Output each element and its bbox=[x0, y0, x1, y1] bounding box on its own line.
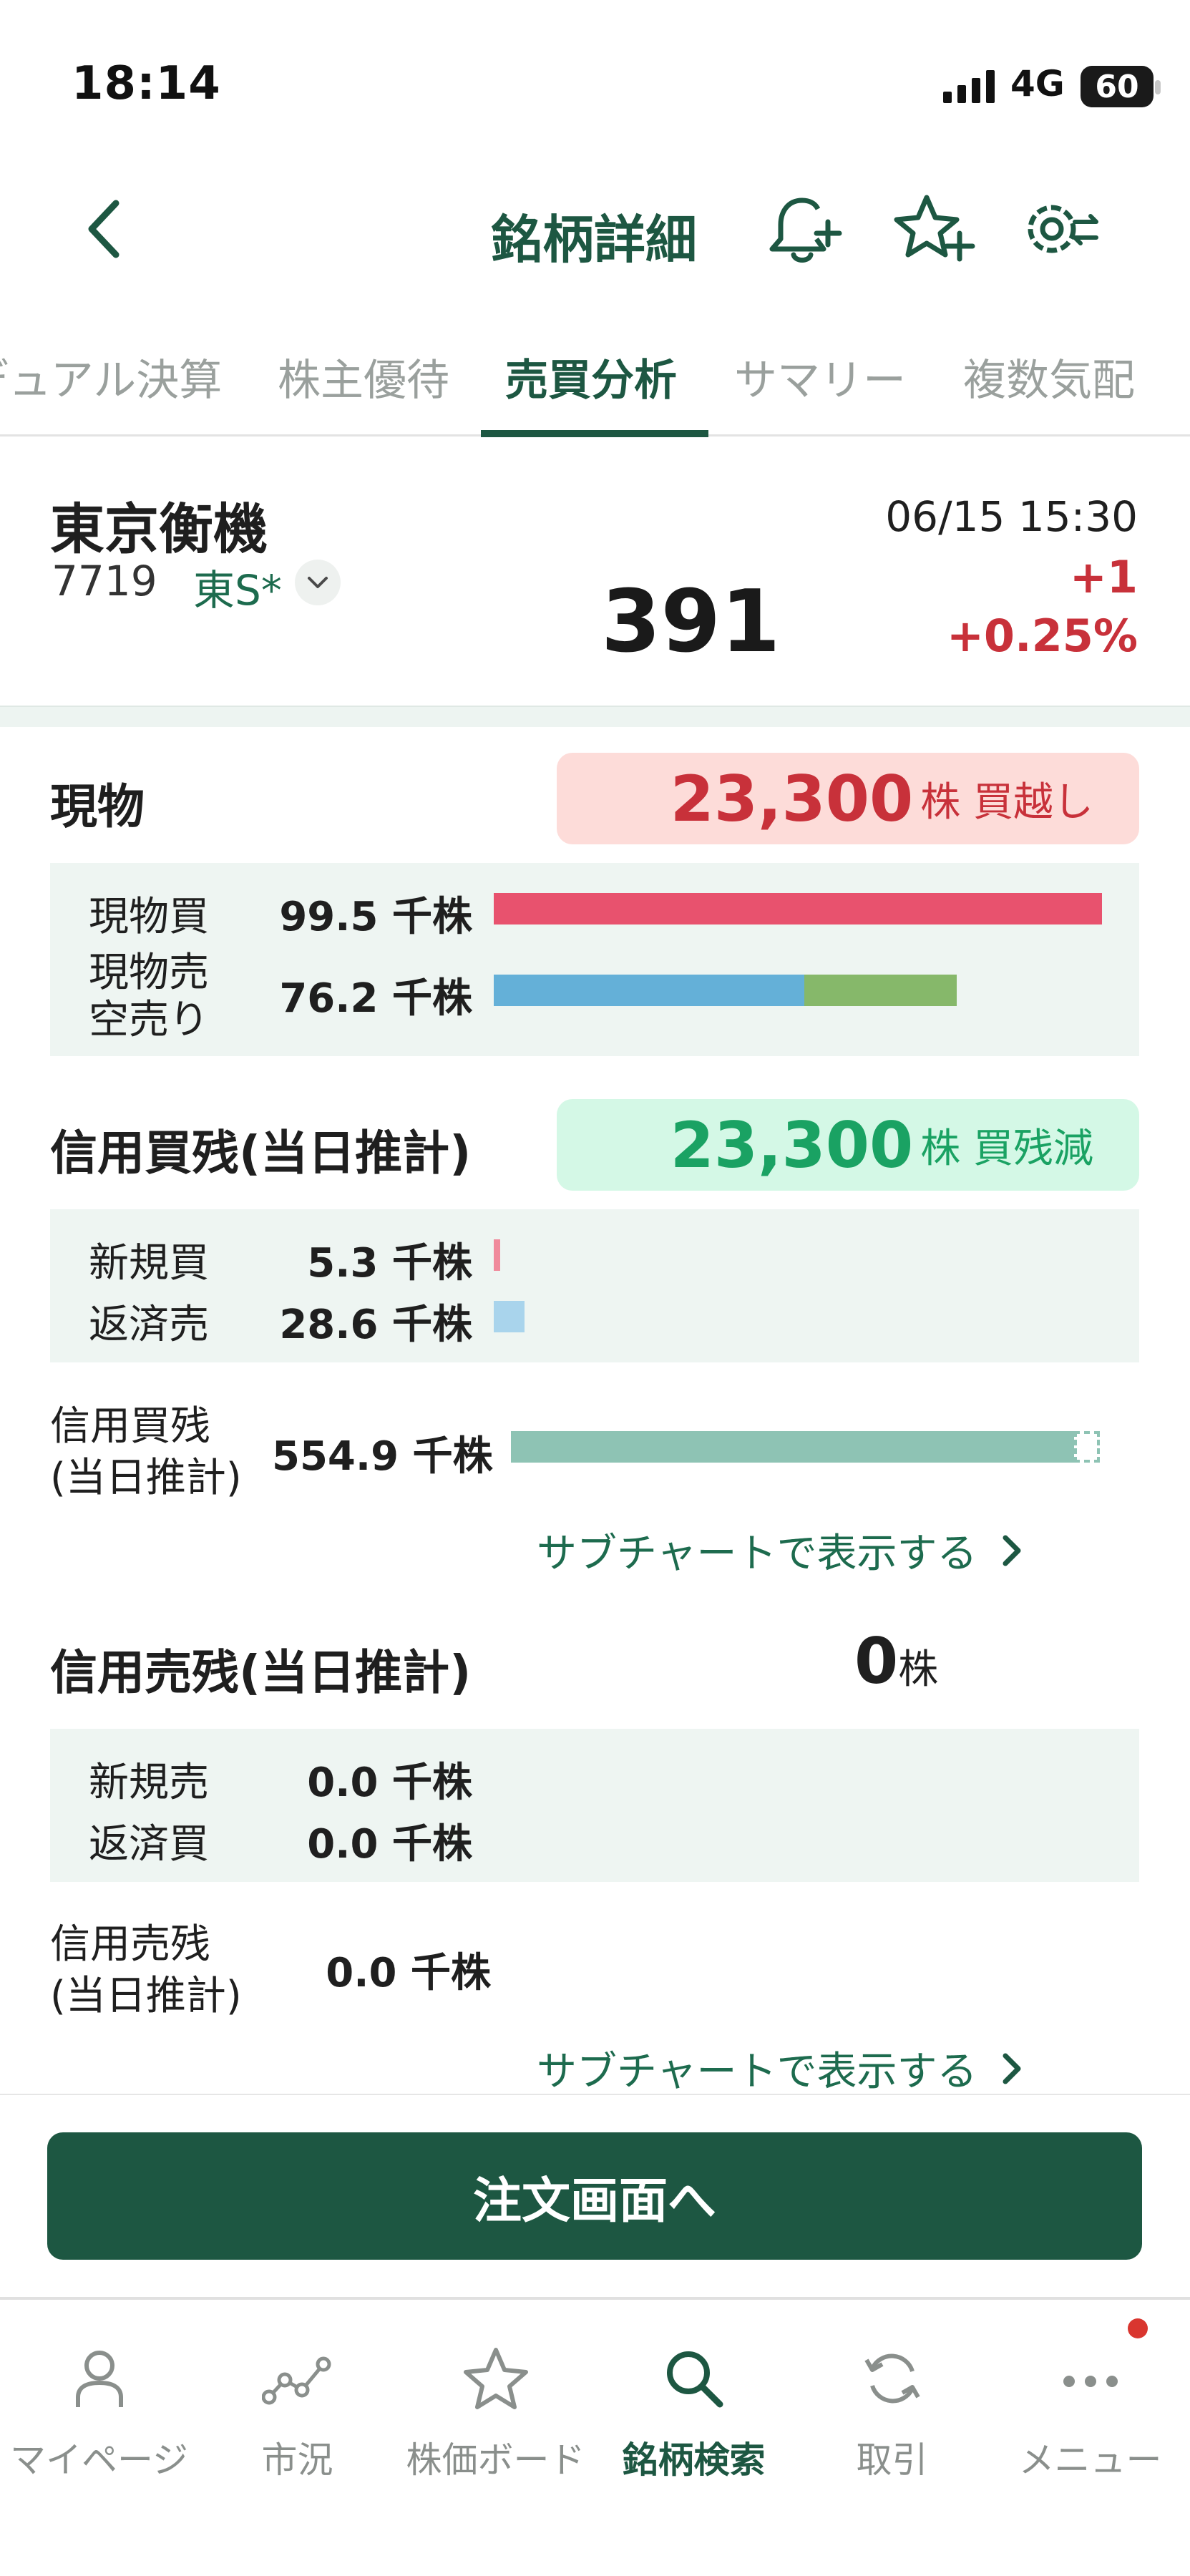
new-sell-value: 0.0 千株 bbox=[307, 1760, 472, 1806]
notification-dot bbox=[1128, 2318, 1148, 2338]
subchart-link-label: サブチャートで表示する bbox=[537, 1531, 977, 1577]
nav-label: 銘柄検索 bbox=[622, 2439, 766, 2481]
star-icon bbox=[463, 2348, 528, 2409]
repay-sell-bar bbox=[494, 1301, 525, 1332]
back-chevron-icon[interactable] bbox=[72, 193, 136, 265]
shinyo-kai-balance-value: 554.9 千株 bbox=[272, 1433, 493, 1480]
chevron-right-icon bbox=[1003, 1535, 1021, 1566]
genbutsu-net-unit: 株 買越し bbox=[920, 779, 1093, 826]
network-type: 4G bbox=[1010, 63, 1065, 104]
shinyo-kai-change-badge: 23,300 株 買残減 bbox=[557, 1099, 1139, 1191]
shinyo-uri-title: 信用売残(当日推計) bbox=[50, 1645, 472, 1700]
nav-market[interactable]: 市況 bbox=[198, 2300, 396, 2483]
order-button-label: 注文画面へ bbox=[472, 2172, 716, 2230]
new-buy-value: 5.3 千株 bbox=[307, 1240, 472, 1287]
nav-mypage[interactable]: マイページ bbox=[0, 2300, 198, 2483]
shinyo-uri-balance-label: 信用売残 bbox=[50, 1921, 210, 1968]
stock-name: 東京衡機 bbox=[50, 497, 268, 561]
shinyo-uri-panel bbox=[50, 1729, 1139, 1882]
current-price: 391 bbox=[601, 572, 781, 672]
battery-icon: 60 bbox=[1081, 66, 1154, 107]
shinyo-kai-balance-sublabel: (当日推計) bbox=[50, 1455, 242, 1501]
page-title: 銘柄詳細 bbox=[490, 210, 697, 270]
genbutsu-panel bbox=[50, 863, 1139, 1056]
person-icon bbox=[75, 2351, 123, 2407]
tab-shareholder-benefits[interactable]: 株主優待 bbox=[278, 351, 449, 411]
genbutsu-buy-bar bbox=[494, 893, 1102, 924]
shinyo-kai-change-unit: 株 買残減 bbox=[920, 1125, 1093, 1172]
battery-level: 60 bbox=[1095, 68, 1139, 105]
more-dots-icon bbox=[1063, 2376, 1118, 2387]
price-timestamp: 06/15 15:30 bbox=[885, 492, 1138, 541]
nav-menu[interactable]: メニュー bbox=[991, 2300, 1189, 2483]
nav-label: メニュー bbox=[1018, 2439, 1162, 2481]
genbutsu-title: 現物 bbox=[50, 779, 145, 834]
bell-plus-icon[interactable] bbox=[762, 187, 848, 273]
search-icon bbox=[666, 2351, 723, 2408]
price-change-percent: +0.25% bbox=[946, 610, 1138, 662]
shinyo-kai-subchart-link[interactable]: サブチャートで表示する bbox=[537, 1521, 1033, 1579]
shinyo-uri-balance-sublabel: (当日推計) bbox=[50, 1973, 242, 2019]
status-time: 18:14 bbox=[72, 57, 221, 110]
shinyo-kai-title: 信用買残(当日推計) bbox=[50, 1126, 472, 1181]
star-plus-icon[interactable] bbox=[891, 187, 977, 273]
stock-code: 7719 bbox=[52, 557, 157, 605]
nav-label: マイページ bbox=[10, 2439, 188, 2481]
chevron-right-icon bbox=[1003, 2053, 1021, 2084]
nav-label: 市況 bbox=[261, 2439, 333, 2481]
nav-stock-board[interactable]: 株価ボード bbox=[396, 2300, 595, 2483]
footer-separator bbox=[0, 2094, 1190, 2095]
genbutsu-short-label: 空売り bbox=[89, 997, 209, 1043]
nav-trade[interactable]: 取引 bbox=[793, 2300, 991, 2483]
shinyo-uri-total-unit: 株 bbox=[898, 1646, 939, 1693]
new-buy-bar bbox=[494, 1239, 500, 1271]
bottom-navigation: マイページ 市況 株価ボード 銘柄検索 取引 メニュー bbox=[0, 2297, 1190, 2576]
market-dropdown-button[interactable] bbox=[295, 560, 341, 605]
shinyo-uri-balance-value: 0.0 千株 bbox=[326, 1950, 491, 1996]
section-divider bbox=[0, 706, 1190, 727]
refresh-icon bbox=[864, 2353, 920, 2404]
tab-multi-quote[interactable]: 複数気配 bbox=[963, 351, 1135, 411]
shinyo-kai-balance-delta bbox=[1074, 1431, 1100, 1463]
tab-summary[interactable]: サマリー bbox=[734, 351, 906, 411]
repay-buy-value: 0.0 千株 bbox=[307, 1821, 472, 1868]
nav-label: 取引 bbox=[856, 2439, 928, 2481]
repay-sell-label: 返済売 bbox=[89, 1302, 209, 1348]
tab-bar: デュアル決算 株主優待 売買分析 サマリー 複数気配 bbox=[0, 351, 1190, 436]
subchart-link-label: サブチャートで表示する bbox=[537, 2049, 977, 2095]
shinyo-kai-balance-bar bbox=[511, 1431, 1074, 1463]
genbutsu-sell-value: 76.2 千株 bbox=[279, 975, 472, 1022]
genbutsu-net-badge: 23,300 株 買越し bbox=[557, 753, 1139, 844]
genbutsu-short-bar bbox=[804, 975, 957, 1006]
repay-buy-label: 返済買 bbox=[89, 1821, 209, 1868]
price-change: +1 bbox=[1069, 551, 1138, 603]
shinyo-kai-balance-label: 信用買残 bbox=[50, 1403, 210, 1450]
settings-gear-icon[interactable] bbox=[1016, 187, 1102, 273]
new-sell-label: 新規売 bbox=[89, 1760, 209, 1806]
active-tab-indicator bbox=[481, 430, 708, 437]
genbutsu-sell-bar bbox=[494, 975, 804, 1006]
shinyo-kai-change-value: 23,300 bbox=[670, 1108, 914, 1182]
repay-sell-value: 28.6 千株 bbox=[279, 1302, 472, 1348]
nav-label: 株価ボード bbox=[406, 2439, 585, 2481]
order-screen-button[interactable]: 注文画面へ bbox=[47, 2132, 1142, 2260]
signal-strength-icon bbox=[943, 70, 995, 103]
shinyo-uri-total-value: 0 bbox=[854, 1624, 899, 1698]
market-graph-icon bbox=[261, 2356, 331, 2405]
tab-trade-analysis[interactable]: 売買分析 bbox=[505, 351, 677, 411]
shinyo-uri-subchart-link[interactable]: サブチャートで表示する bbox=[537, 2039, 1033, 2097]
shinyo-uri-total: 0株 bbox=[854, 1624, 938, 1698]
genbutsu-buy-value: 99.5 千株 bbox=[279, 894, 472, 940]
market-label[interactable]: 東S* bbox=[193, 557, 282, 617]
tab-dual-settlement[interactable]: デュアル決算 bbox=[0, 351, 222, 411]
chevron-down-icon bbox=[308, 577, 328, 588]
nav-stock-search[interactable]: 銘柄検索 bbox=[595, 2300, 793, 2483]
genbutsu-net-value: 23,300 bbox=[670, 761, 914, 836]
genbutsu-buy-label: 現物買 bbox=[89, 894, 209, 940]
new-buy-label: 新規買 bbox=[89, 1240, 209, 1287]
shinyo-kai-panel bbox=[50, 1209, 1139, 1362]
battery-cap bbox=[1155, 80, 1161, 94]
